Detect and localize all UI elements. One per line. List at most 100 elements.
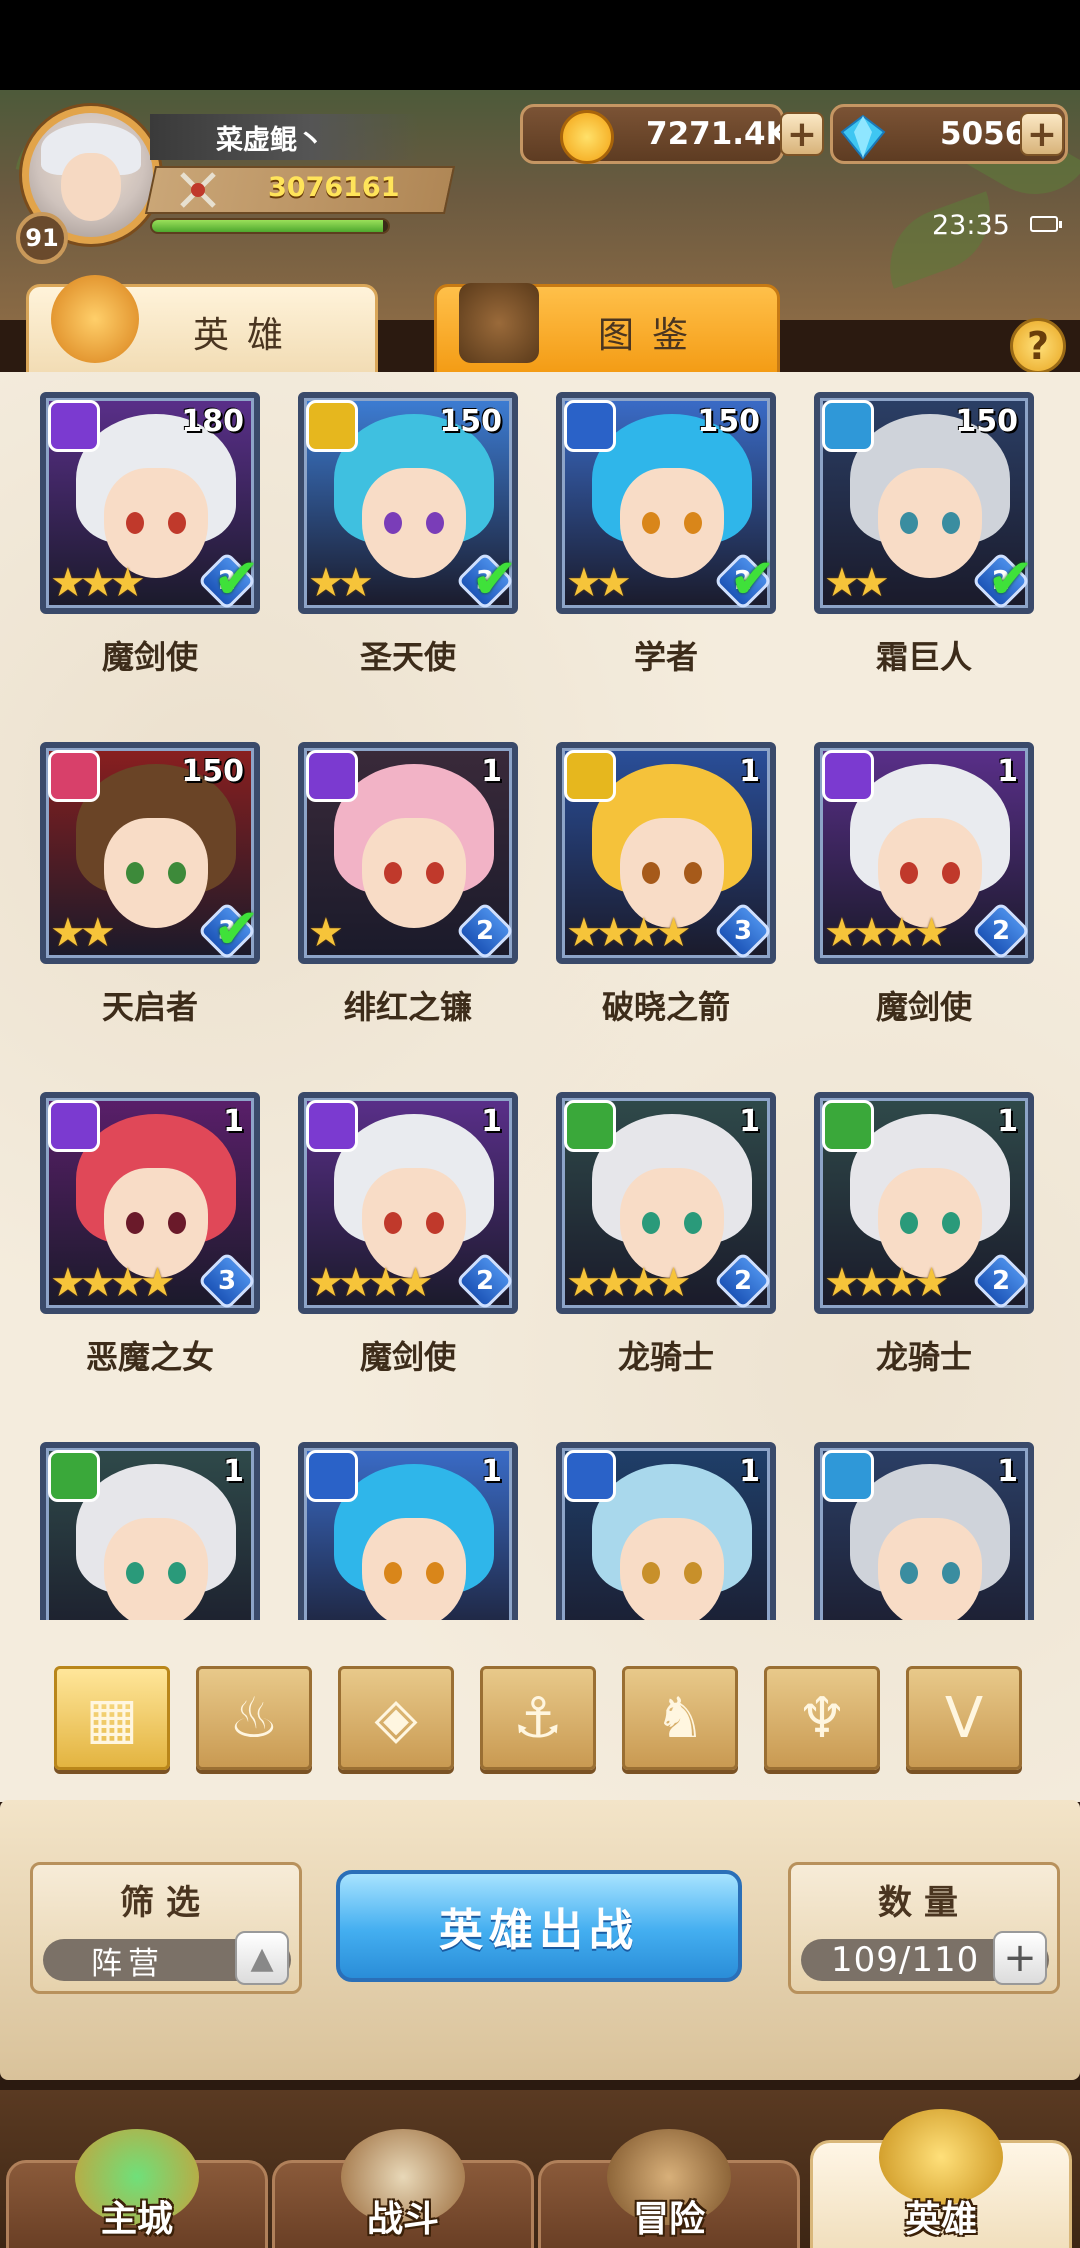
filter-frost-button[interactable]: ◈ xyxy=(338,1666,454,1770)
ocean-faction-icon xyxy=(564,400,616,452)
hero-portrait: 150 ★★ 2 ✔ xyxy=(814,392,1034,614)
help-icon[interactable]: ? xyxy=(1010,318,1066,374)
tab-atlas[interactable]: 图鉴 xyxy=(434,283,780,380)
grid-icon: ▦ xyxy=(85,1685,139,1751)
filter-box: 筛选 阵营 ▲ xyxy=(30,1862,302,1994)
beast-icon: ♞ xyxy=(654,1685,706,1751)
hero-portrait: 1 xyxy=(556,1442,776,1620)
demon-faction-icon xyxy=(48,1100,100,1152)
battle-power-value: 3076161 xyxy=(268,172,400,203)
hero-level: 1 xyxy=(223,1104,244,1139)
hero-level: 150 xyxy=(955,404,1018,439)
nav-tab-3[interactable]: 英雄 xyxy=(810,2109,1072,2248)
hero-name: 绯红之镰 xyxy=(343,988,472,1026)
hero-level: 1 xyxy=(481,754,502,789)
hero-stars: ★★★★ xyxy=(50,1260,175,1306)
diamond-gem-icon xyxy=(840,114,886,160)
hero-card[interactable]: 150 ★★ 3 ✔ 圣天使 xyxy=(298,392,518,676)
hero-card[interactable]: 1 ★★★★ 2 龙骑士 xyxy=(556,1092,776,1376)
add-gem-button[interactable]: + xyxy=(1020,112,1064,156)
hero-stars: ★★★★ xyxy=(566,1260,691,1306)
gold-coin-icon xyxy=(560,110,614,164)
hero-list-panel: 180 ★★★ 2 ✔ 魔剑使 150 ★★ 3 ✔ 圣天使 150 ★★ 2 ✔ 学者 150 ★★ 2 ✔ 霜巨人… xyxy=(0,372,1080,1802)
hero-grade: 2 xyxy=(991,916,1011,946)
clock: 23:35 xyxy=(932,210,1010,241)
flame-icon: ♨ xyxy=(228,1685,280,1751)
hero-stars: ★★★ xyxy=(50,560,146,606)
tab-heroes-label: 英雄 xyxy=(192,315,301,356)
frost-faction-icon xyxy=(822,1450,874,1502)
deployed-check-icon: ✔ xyxy=(987,547,1034,612)
hero-level: 1 xyxy=(997,754,1018,789)
hero-portrait: 1 xyxy=(40,1442,260,1620)
hero-stars: ★★★★ xyxy=(308,1260,433,1306)
flame-faction-icon xyxy=(48,750,100,802)
hero-portrait: 1 ★★★★ 2 xyxy=(298,1092,518,1314)
wings-icon: V xyxy=(944,1685,984,1751)
filter-demon-button[interactable]: ♆ xyxy=(764,1666,880,1770)
hero-stars: ★★ xyxy=(824,560,890,606)
beast-faction-icon xyxy=(48,1450,100,1502)
hero-card[interactable]: 1 ★★★★ 2 魔剑使 xyxy=(814,742,1034,1026)
filter-dropdown-button[interactable]: ▲ xyxy=(235,1931,289,1985)
nav-tab-2[interactable]: 冒险 xyxy=(538,2129,800,2248)
hero-card[interactable]: 150 ★★ 2 ✔ 霜巨人 xyxy=(814,392,1034,676)
hero-card[interactable]: 150 ★★ 2 ✔ 学者 xyxy=(556,392,776,676)
nav-tab-0[interactable]: 主城 xyxy=(6,2129,268,2248)
count-box: 数量 109/110 + xyxy=(788,1862,1060,1994)
deployed-check-icon: ✔ xyxy=(471,547,518,612)
hero-grade-badge: 2 xyxy=(713,1251,770,1308)
status-bar xyxy=(0,0,1080,90)
hero-name: 破晓之箭 xyxy=(601,988,730,1026)
hero-card[interactable]: 1 ★★★★ 3 恶魔之女 xyxy=(40,1092,260,1376)
hero-card[interactable]: 180 ★★★ 2 ✔ 魔剑使 xyxy=(40,392,260,676)
filter-beast-button[interactable]: ♞ xyxy=(622,1666,738,1770)
hero-portrait: 1 ★ 2 xyxy=(298,742,518,964)
add-gold-button[interactable]: + xyxy=(780,112,824,156)
hero-card[interactable]: 1 xyxy=(556,1442,776,1620)
hero-card[interactable]: 1 ★★★★ 2 魔剑使 xyxy=(298,1092,518,1376)
player-level-badge: 91 xyxy=(16,212,68,264)
ocean-faction-icon xyxy=(306,1450,358,1502)
expand-slots-button[interactable]: + xyxy=(993,1931,1047,1985)
hero-deploy-button[interactable]: 英雄出战 xyxy=(336,1870,742,1982)
hero-card[interactable]: 1 xyxy=(814,1442,1034,1620)
deployed-check-icon: ✔ xyxy=(729,547,776,612)
frost-icon: ◈ xyxy=(374,1685,418,1751)
hero-card[interactable]: 1 ★★★★ 3 破晓之箭 xyxy=(556,742,776,1026)
hero-card[interactable]: 1 xyxy=(40,1442,260,1620)
hero-portrait: 150 ★★ 3 ✔ xyxy=(298,392,518,614)
filter-flame-button[interactable]: ♨ xyxy=(196,1666,312,1770)
beast-faction-icon xyxy=(564,1100,616,1152)
hero-card[interactable]: 150 ★★ 3 ✔ 天启者 xyxy=(40,742,260,1026)
hero-portrait: 1 xyxy=(814,1442,1034,1620)
light-faction-icon xyxy=(564,750,616,802)
hero-card[interactable]: 1 ★★★★ 2 龙骑士 xyxy=(814,1092,1034,1376)
nav-tab-1[interactable]: 战斗 xyxy=(272,2129,534,2248)
hero-card[interactable]: 1 xyxy=(298,1442,518,1620)
hero-grade-badge: 2 xyxy=(971,901,1028,958)
hero-level: 150 xyxy=(697,404,760,439)
tab-heroes[interactable]: 英雄 xyxy=(26,275,378,380)
ocean-faction-icon xyxy=(564,1450,616,1502)
light-faction-icon xyxy=(306,400,358,452)
hero-name: 魔剑使 xyxy=(875,988,972,1026)
bottom-navigation: 主城 战斗 冒险 英雄 xyxy=(0,2090,1080,2248)
filter-ocean-button[interactable]: ⚓ xyxy=(480,1666,596,1770)
nav-label: 战斗 xyxy=(366,2199,439,2240)
gold-value: 7271.4K xyxy=(646,116,790,152)
hero-portrait: 1 ★★★★ 2 xyxy=(814,1092,1034,1314)
exp-bar xyxy=(150,218,390,234)
filter-title: 筛选 xyxy=(120,1883,212,1923)
filter-light-button[interactable]: V xyxy=(906,1666,1022,1770)
hero-stars: ★ xyxy=(308,910,344,956)
hero-stars: ★★ xyxy=(308,560,374,606)
beast-faction-icon xyxy=(822,1100,874,1152)
hero-stars: ★★★★ xyxy=(566,910,691,956)
deployed-check-icon: ✔ xyxy=(213,547,260,612)
hero-stars: ★★★★ xyxy=(824,1260,949,1306)
filter-all-button[interactable]: ▦ xyxy=(54,1666,170,1770)
hero-card[interactable]: 1 ★ 2 绯红之镰 xyxy=(298,742,518,1026)
hero-portrait: 150 ★★ 2 ✔ xyxy=(556,392,776,614)
hero-portrait: 180 ★★★ 2 ✔ xyxy=(40,392,260,614)
